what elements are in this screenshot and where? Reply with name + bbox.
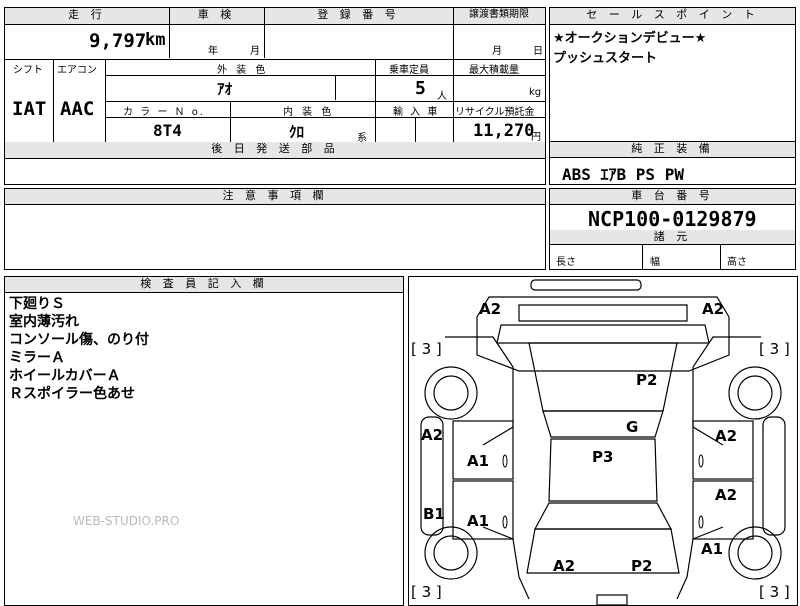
bracket-tr: [ 3 ] [759, 340, 790, 358]
damage-label-left-b1: B1 [423, 505, 445, 523]
notes-header: 注 意 事 項 欄 [5, 189, 545, 205]
recycle-value: 11,270 [473, 121, 535, 141]
damage-label-tr: A2 [702, 300, 725, 318]
chassis-box: 車 台 番 号 NCP100-0129879 諸 元 長さ 幅 高さ [549, 188, 796, 270]
specs-header: 諸 元 [550, 230, 795, 245]
damage-label-p3: P3 [592, 448, 614, 466]
inspector-box: 検 査 員 記 入 欄 下廻りＳ 室内薄汚れ コンソール傷、のり付 ミラーＡ ホ… [4, 276, 404, 606]
inspector-note-line: コンソール傷、のり付 [9, 332, 149, 348]
damage-label-a1-upper: A1 [467, 452, 490, 470]
equipment-box: 純 正 装 備 ABS ｴｱB PS PW [549, 141, 796, 185]
shift-value: IAT [12, 98, 47, 120]
damage-label-g: G [626, 418, 639, 436]
car-diagram [420, 279, 786, 605]
sales-point-line: ★オークションデビュー★ [553, 31, 707, 46]
capacity-label: 乗車定員 [389, 65, 429, 76]
capacity-unit: 人 [437, 91, 447, 102]
vehicle-info-grid: 走 行 車 検 登 録 番 号 譲渡書類期限 9,797 km 年 月 月 日 … [4, 7, 546, 185]
inspection-year: 年 [208, 46, 218, 57]
width-label: 幅 [650, 257, 660, 268]
damage-label-bottom-a2: A2 [553, 557, 576, 575]
recycle-unit: 円 [531, 132, 541, 143]
color-no-value: 8T4 [153, 121, 182, 140]
color-no-label: カ ラ ー Ｎ o. [123, 107, 205, 118]
bracket-br: [ 3 ] [759, 583, 790, 601]
mileage-header: 走 行 [5, 8, 169, 25]
sales-point-header: セ ー ル ス ポ イ ン ト [550, 8, 795, 25]
damage-label-tl: A2 [479, 300, 502, 318]
sales-point-line: プッシュスタート [553, 51, 658, 66]
damage-label-right-a1: A1 [701, 540, 724, 558]
damage-label-bottom-p2: P2 [631, 557, 653, 575]
transfer-day: 日 [533, 46, 543, 57]
exterior-color-label: 外 装 色 [217, 65, 269, 76]
capacity-value: 5 [415, 78, 426, 99]
chassis-number: NCP100-0129879 [588, 207, 757, 231]
sales-point-box: セ ー ル ス ポ イ ン ト ★オークションデビュー★ プッシュスタート [549, 7, 796, 143]
mileage-value: 9,797 [89, 30, 147, 52]
bracket-bl: [ 3 ] [411, 583, 442, 601]
inspection-month: 月 [250, 46, 260, 57]
inspection-header: 車 検 [169, 8, 264, 25]
later-parts-header: 後 日 発 送 部 品 [5, 142, 545, 159]
damage-label-p2-top: P2 [636, 371, 658, 389]
aircon-label: エアコン [57, 65, 97, 76]
car-diagram-box: A2 A2 [ 3 ] [ 3 ] P2 G P3 A2 B1 A1 A1 A2… [408, 276, 798, 606]
shift-label: シフト [13, 65, 43, 76]
notes-box: 注 意 事 項 欄 [4, 188, 546, 270]
mileage-unit: km [145, 30, 166, 50]
max-load-label: 最大積載量 [469, 65, 519, 76]
inspector-note-line: 下廻りＳ [9, 296, 65, 312]
damage-label-right-a2-upper: A2 [715, 427, 738, 445]
chassis-header: 車 台 番 号 [550, 189, 795, 205]
aircon-value: AAC [60, 98, 95, 120]
inspector-notes: 下廻りＳ 室内薄汚れ コンソール傷、のり付 ミラーＡ ホイールカバーＡ Ｒスポイ… [9, 295, 149, 403]
equipment-value: ABS ｴｱB PS PW [562, 165, 684, 184]
max-load-unit: kg [529, 87, 542, 98]
inspector-header: 検 査 員 記 入 欄 [5, 277, 403, 293]
registration-header: 登 録 番 号 [264, 8, 453, 25]
import-label: 輸 入 車 [393, 107, 440, 118]
damage-label-left-a2: A2 [421, 426, 444, 444]
transfer-deadline-header: 譲渡書類期限 [453, 8, 545, 25]
sales-point-lines: ★オークションデビュー★ プッシュスタート [553, 29, 706, 69]
damage-label-right-a2-lower: A2 [715, 486, 738, 504]
inspector-note-line: 室内薄汚れ [9, 314, 79, 330]
interior-color-value: ｸﾛ [289, 123, 305, 141]
inspector-note-line: ミラーＡ [9, 350, 65, 366]
recycle-label: リサイクル預託金 [455, 107, 535, 118]
inspector-note-line: Ｒスポイラー色あせ [9, 386, 135, 402]
equipment-header: 純 正 装 備 [550, 142, 795, 158]
bracket-tl: [ 3 ] [411, 340, 442, 358]
transfer-month: 月 [492, 46, 502, 57]
inspector-note-line: ホイールカバーＡ [9, 368, 121, 384]
watermark: WEB-STUDIO.PRO [73, 514, 180, 528]
height-label: 高さ [727, 257, 747, 268]
exterior-color-value: ｱｵ [217, 80, 233, 98]
length-label: 長さ [556, 257, 576, 268]
interior-color-label: 内 装 色 [283, 107, 335, 118]
damage-label-a1-lower: A1 [467, 512, 490, 530]
